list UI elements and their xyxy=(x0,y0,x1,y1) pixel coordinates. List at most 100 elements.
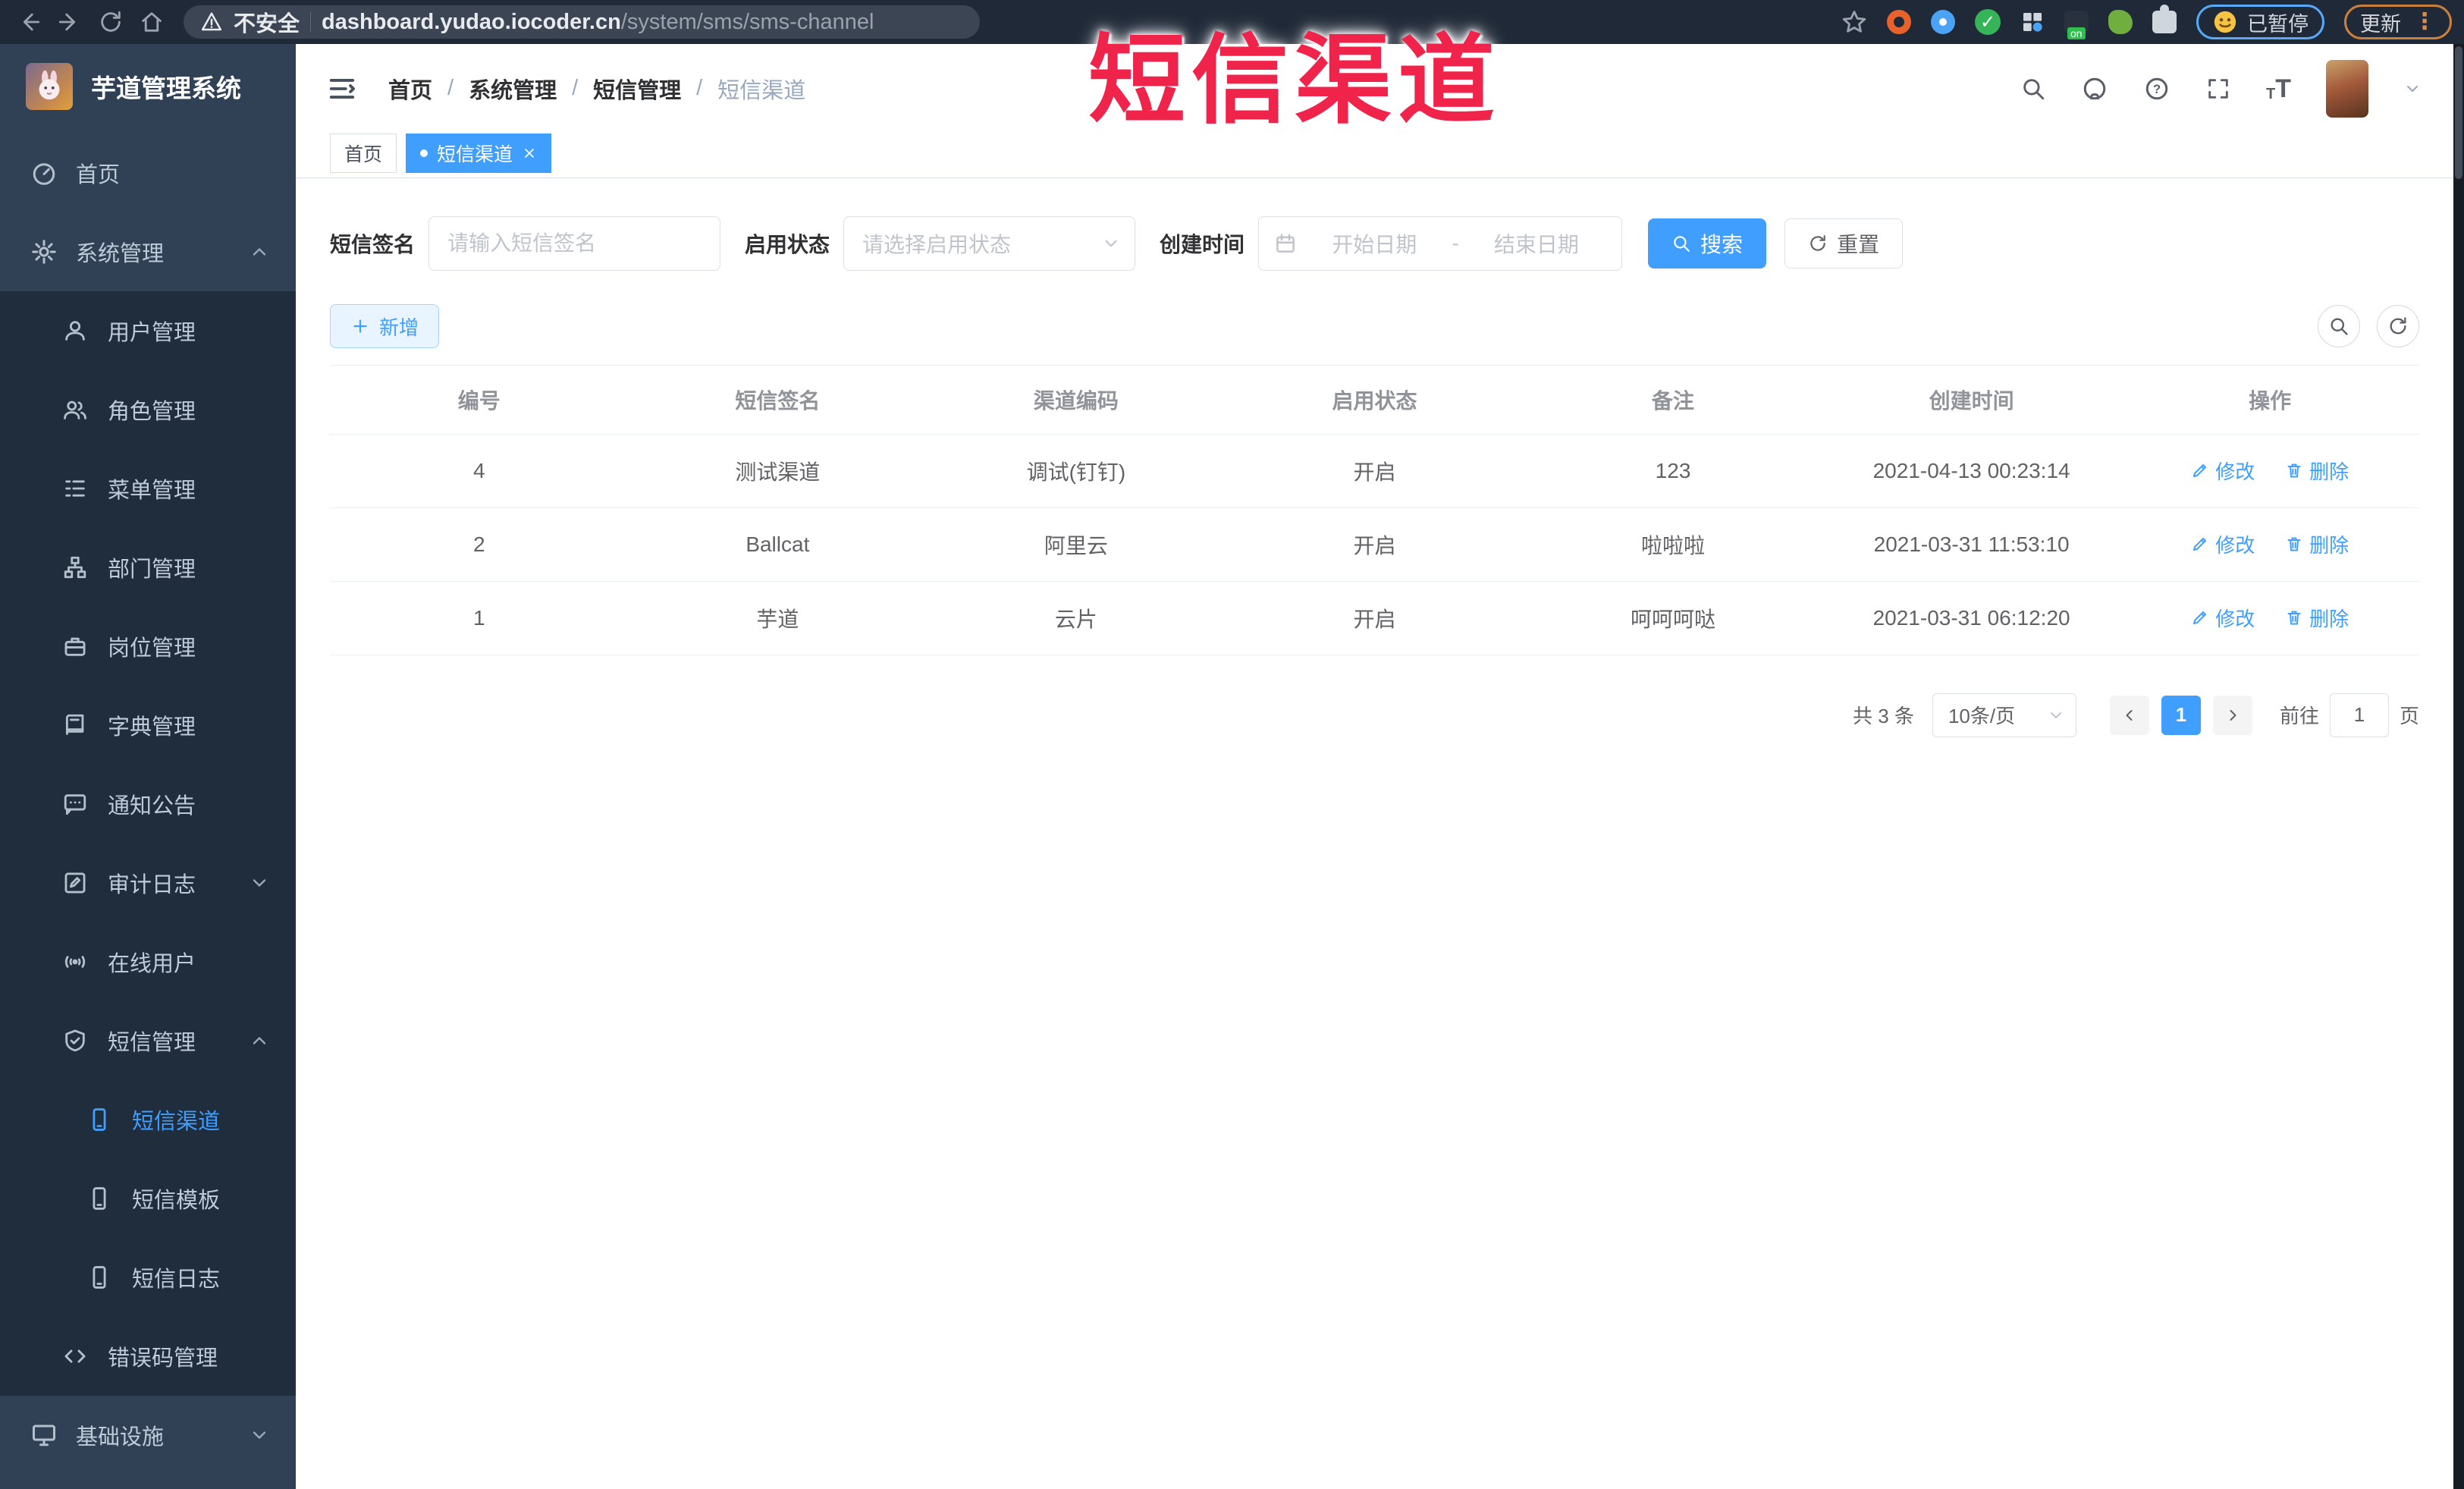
table-row: 2 Ballcat 阿里云 开启 啦啦啦 2021-03-31 11:53:10… xyxy=(330,507,2419,582)
extension-orange-icon[interactable] xyxy=(1887,10,1911,34)
tab-home[interactable]: 首页 xyxy=(330,134,397,173)
extension-green-icon[interactable] xyxy=(2108,10,2133,34)
breadcrumb-sms[interactable]: 短信管理 xyxy=(593,73,681,105)
browser-reload-icon[interactable] xyxy=(94,5,127,39)
sidebar-item-departments[interactable]: 部门管理 xyxy=(0,528,296,607)
page-annotation-title: 短信渠道 xyxy=(1088,24,1502,137)
goto-page-input[interactable] xyxy=(2329,693,2389,737)
close-tab-icon[interactable] xyxy=(522,146,537,161)
fullscreen-icon[interactable] xyxy=(2205,76,2231,102)
sidebar-item-online-users[interactable]: 在线用户 xyxy=(0,922,296,1001)
page-url: dashboard.yudao.iocoder.cn/system/sms/sm… xyxy=(322,9,874,34)
sidebar-item-audit-logs[interactable]: 审计日志 xyxy=(0,843,296,922)
delete-link[interactable]: 删除 xyxy=(2285,457,2349,485)
sidebar-item-infrastructure[interactable]: 基础设施 xyxy=(0,1396,296,1475)
calendar-icon xyxy=(1274,232,1297,255)
phone-icon xyxy=(86,1264,115,1290)
sms-channel-table: 编号 短信签名 渠道编码 启用状态 备注 创建时间 操作 4 测试渠道 调试(钉… xyxy=(330,365,2419,655)
hamburger-icon[interactable] xyxy=(328,74,356,103)
search-form: 短信签名 启用状态 请选择启用状态 创建时间 开始日期 - 结束日期 xyxy=(330,216,2419,271)
col-remark: 备注 xyxy=(1524,366,1822,435)
table-header-row: 编号 短信签名 渠道编码 启用状态 备注 创建时间 操作 xyxy=(330,366,2419,435)
page-content: 短信签名 启用状态 请选择启用状态 创建时间 开始日期 - 结束日期 xyxy=(296,178,2453,1489)
url-divider xyxy=(310,12,312,32)
browser-back-icon[interactable] xyxy=(12,5,46,39)
sitemap-icon xyxy=(62,554,91,580)
logo-rabbit-image xyxy=(26,63,73,110)
sidebar-item-sms[interactable]: 短信管理 xyxy=(0,1001,296,1080)
table-row: 1 芋道 云片 开启 呵呵呵哒 2021-03-31 06:12:20 修改 删… xyxy=(330,581,2419,655)
sidebar-item-error-codes[interactable]: 错误码管理 xyxy=(0,1317,296,1396)
bookmark-star-icon[interactable] xyxy=(1841,9,1867,35)
avatar-caret-down-icon[interactable] xyxy=(2403,80,2422,98)
refresh-table-button[interactable] xyxy=(2377,305,2419,347)
start-date-placeholder: 开始日期 xyxy=(1332,233,1417,256)
sign-label: 短信签名 xyxy=(330,233,416,256)
pagination-total: 共 3 条 xyxy=(1853,705,1914,727)
extension-onetab-icon[interactable] xyxy=(2064,11,2089,39)
table-toolbar: 新增 xyxy=(330,304,2419,348)
breadcrumb-home[interactable]: 首页 xyxy=(388,73,432,105)
date-range-picker[interactable]: 开始日期 - 结束日期 xyxy=(1258,216,1623,271)
status-select[interactable]: 请选择启用状态 xyxy=(843,216,1136,271)
app-logo[interactable]: 芋道管理系统 xyxy=(0,44,296,129)
edit-link[interactable]: 修改 xyxy=(2191,604,2255,632)
extension-grid-icon[interactable] xyxy=(2020,10,2045,34)
smiley-icon xyxy=(2214,11,2236,33)
delete-link[interactable]: 删除 xyxy=(2285,604,2349,632)
select-caret-icon xyxy=(2047,706,2065,724)
edit-link[interactable]: 修改 xyxy=(2191,457,2255,485)
svg-text:?: ? xyxy=(2153,83,2161,96)
scrollbar-thumb[interactable] xyxy=(2455,46,2462,179)
breadcrumb-system[interactable]: 系统管理 xyxy=(469,73,557,105)
sidebar-item-menus[interactable]: 菜单管理 xyxy=(0,449,296,528)
sidebar-item-sms-channel[interactable]: 短信渠道 xyxy=(0,1080,296,1159)
status-label: 启用状态 xyxy=(745,233,830,256)
user-avatar[interactable] xyxy=(2326,59,2368,118)
reset-button[interactable]: 重置 xyxy=(1784,218,1904,269)
next-page-button[interactable] xyxy=(2212,695,2252,735)
chevron-down-icon xyxy=(249,1425,270,1446)
sidebar-item-notices[interactable]: 通知公告 xyxy=(0,765,296,843)
message-icon xyxy=(62,791,91,817)
tab-sms-channel[interactable]: 短信渠道 xyxy=(406,134,552,173)
header-search-icon[interactable] xyxy=(2020,76,2046,102)
extension-check-icon[interactable]: ✓ xyxy=(1975,9,2001,35)
book-icon xyxy=(62,712,91,738)
address-bar[interactable]: 不安全 dashboard.yudao.iocoder.cn/system/sm… xyxy=(184,5,980,39)
add-button[interactable]: 新增 xyxy=(330,304,440,348)
toggle-search-button[interactable] xyxy=(2318,305,2360,347)
sidebar-item-users[interactable]: 用户管理 xyxy=(0,291,296,370)
browser-menu-dots-icon[interactable]: ⋮ xyxy=(2413,11,2436,33)
extensions-puzzle-icon[interactable] xyxy=(2152,5,2177,33)
sidebar-item-system[interactable]: 系统管理 xyxy=(0,212,296,291)
help-icon[interactable]: ? xyxy=(2143,75,2171,102)
font-size-icon[interactable]: TT xyxy=(2266,76,2291,102)
sidebar-item-dictionary[interactable]: 字典管理 xyxy=(0,686,296,765)
chevron-down-icon xyxy=(249,872,270,894)
monitor-icon xyxy=(30,1421,59,1449)
github-icon[interactable] xyxy=(2081,75,2108,102)
sidebar-item-posts[interactable]: 岗位管理 xyxy=(0,607,296,686)
update-pill-button[interactable]: 更新 ⋮ xyxy=(2344,5,2452,39)
security-label: 不安全 xyxy=(234,12,300,36)
prev-page-button[interactable] xyxy=(2109,695,2149,735)
sign-input[interactable] xyxy=(428,216,721,271)
search-button[interactable]: 搜索 xyxy=(1648,218,1767,269)
browser-forward-icon[interactable] xyxy=(53,5,86,39)
edit-link[interactable]: 修改 xyxy=(2191,530,2255,558)
sidebar-item-home[interactable]: 首页 xyxy=(0,134,296,212)
extension-pin-icon[interactable] xyxy=(1931,10,1955,34)
sidebar-item-sms-template[interactable]: 短信模板 xyxy=(0,1159,296,1238)
page-unit-label: 页 xyxy=(2399,705,2419,727)
sidebar-item-roles[interactable]: 角色管理 xyxy=(0,370,296,449)
col-actions: 操作 xyxy=(2120,366,2419,435)
col-created: 创建时间 xyxy=(1822,366,2121,435)
delete-link[interactable]: 删除 xyxy=(2285,530,2349,558)
page-1-button[interactable]: 1 xyxy=(2161,695,2201,735)
paused-pill-button[interactable]: 已暂停 xyxy=(2196,5,2324,39)
sidebar-item-sms-log[interactable]: 短信日志 xyxy=(0,1238,296,1317)
page-size-select[interactable]: 10条/页 xyxy=(1932,693,2076,737)
browser-scrollbar[interactable] xyxy=(2453,44,2464,1489)
browser-home-icon[interactable] xyxy=(135,5,168,39)
